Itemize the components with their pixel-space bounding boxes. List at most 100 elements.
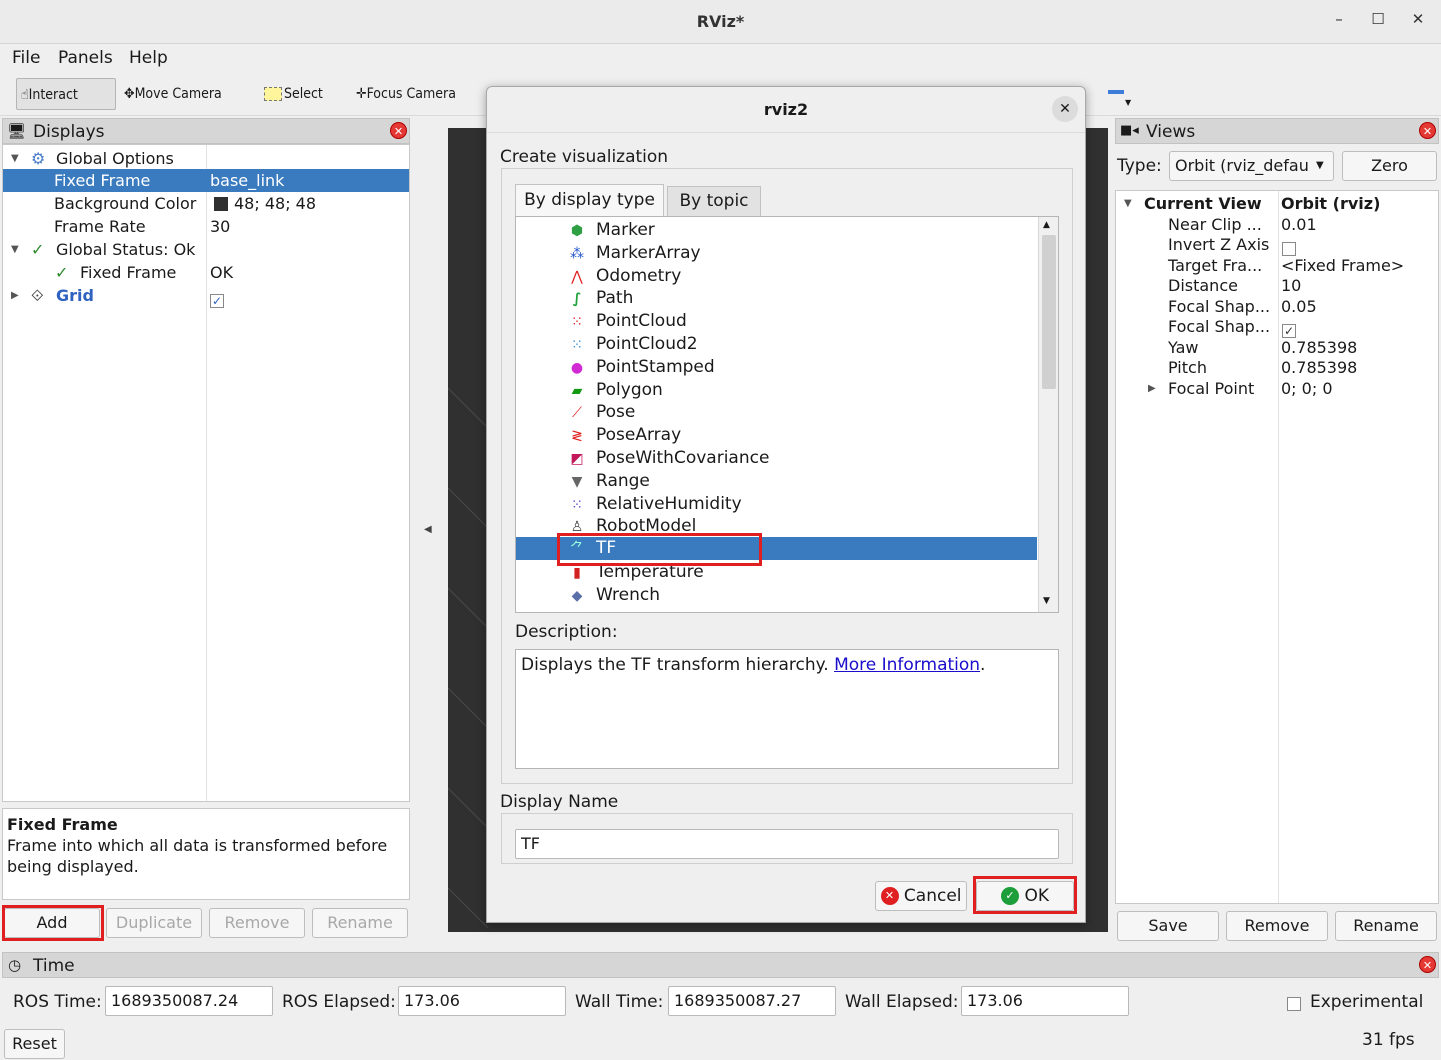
interact-button[interactable]: ☝Interact xyxy=(16,78,116,110)
humidity-icon: ⁙ xyxy=(571,497,583,513)
wall-time-field[interactable]: 1689350087.27 xyxy=(668,986,836,1016)
list-item[interactable]: ◆ Wrench xyxy=(516,584,1036,607)
zero-button[interactable]: Zero xyxy=(1342,151,1437,181)
collapse-left-icon[interactable]: ◀ xyxy=(424,524,432,535)
marker-array-icon: ⁂ xyxy=(570,246,584,262)
view-prop-distance[interactable]: Distance 10 xyxy=(1116,274,1438,297)
close-views-icon[interactable]: ✕ xyxy=(1419,122,1436,139)
menu-help[interactable]: Help xyxy=(129,48,168,68)
list-item[interactable]: ● PointStamped xyxy=(516,356,1036,379)
tree-row-background-color[interactable]: Background Color 48; 48; 48 xyxy=(3,192,409,215)
cancel-button[interactable]: ✕ Cancel xyxy=(875,881,967,911)
description-title: Fixed Frame xyxy=(7,815,118,834)
list-scrollbar[interactable]: ▲ ▼ xyxy=(1038,217,1058,612)
close-dialog-icon[interactable]: ✕ xyxy=(1052,96,1078,122)
tree-row-frame-rate[interactable]: Frame Rate 30 xyxy=(3,215,409,238)
list-item[interactable]: ⟋ Pose xyxy=(516,401,1036,424)
checkmark-icon: ✓ xyxy=(55,263,69,282)
color-swatch[interactable] xyxy=(214,197,228,211)
view-prop-invert-z[interactable]: Invert Z Axis xyxy=(1116,233,1438,256)
wall-elapsed-label: Wall Elapsed: xyxy=(845,992,959,1012)
list-item[interactable]: ⋀ Odometry xyxy=(516,265,1036,288)
displays-header: 🖥 Displays ✕ xyxy=(2,118,410,144)
tree-row-global-status[interactable]: ▼ ✓ Global Status: Ok xyxy=(3,238,409,261)
list-item[interactable]: ◩ PoseWithCovariance xyxy=(516,447,1036,470)
displays-title: Displays xyxy=(33,122,105,142)
tree-row-global-options[interactable]: ▼ ⚙ Global Options xyxy=(3,147,409,170)
gear-icon: ⚙ xyxy=(31,149,46,168)
reset-button[interactable]: Reset xyxy=(4,1029,65,1059)
menu-file[interactable]: File xyxy=(12,48,40,68)
move-camera-button[interactable]: ✥Move Camera xyxy=(120,78,240,110)
time-title: Time xyxy=(33,956,75,976)
close-time-icon[interactable]: ✕ xyxy=(1419,956,1436,973)
tab-by-display-type[interactable]: By display type xyxy=(515,184,664,217)
pose-icon: ⟋ xyxy=(572,405,582,421)
focus-camera-button[interactable]: ✛Focus Camera xyxy=(352,78,477,110)
point-cloud-icon: ⁙ xyxy=(571,314,583,330)
list-item[interactable]: ♙ RobotModel xyxy=(516,515,1036,534)
list-item[interactable]: ≷ PoseArray xyxy=(516,424,1036,447)
views-tree[interactable]: ▼ Current View Orbit (rviz) Near Clip ..… xyxy=(1115,190,1439,904)
minimize-icon[interactable]: – xyxy=(1328,10,1350,32)
list-item[interactable]: ∫ Path xyxy=(516,287,1036,310)
highlight-ok xyxy=(973,876,1077,914)
dialog-description: Displays the TF transform hierarchy. Mor… xyxy=(515,649,1059,769)
display-name-input[interactable]: TF xyxy=(515,829,1059,859)
toolbar-dropdown-icon[interactable]: ▼ xyxy=(1125,98,1131,107)
tree-row-current-view[interactable]: ▼ Current View Orbit (rviz) xyxy=(1116,192,1438,215)
maximize-icon[interactable]: ☐ xyxy=(1367,10,1389,32)
ros-time-label: ROS Time: xyxy=(13,992,102,1012)
list-item[interactable]: ▼ Range xyxy=(516,470,1036,493)
scroll-thumb[interactable] xyxy=(1042,235,1056,389)
wall-elapsed-field[interactable]: 173.06 xyxy=(961,986,1129,1016)
displays-tree[interactable]: ▼ ⚙ Global Options Fixed Frame base_link… xyxy=(2,144,410,802)
tree-row-grid[interactable]: ▶ ⟐ Grid ✓ xyxy=(3,284,409,308)
view-prop-pitch[interactable]: Pitch 0.785398 xyxy=(1116,356,1438,379)
highlight-tf xyxy=(557,533,762,566)
list-item[interactable]: ⁙ PointCloud xyxy=(516,310,1036,333)
remove-button[interactable]: Remove xyxy=(209,908,305,938)
wall-time-label: Wall Time: xyxy=(575,992,664,1012)
point-cloud2-icon: ⁙ xyxy=(571,337,583,353)
list-item[interactable]: ⬢ Marker xyxy=(516,219,1036,242)
save-view-button[interactable]: Save xyxy=(1117,911,1219,941)
select-button[interactable]: Select xyxy=(260,78,340,110)
range-icon: ▼ xyxy=(571,474,583,490)
view-type-select[interactable]: Orbit (rviz_defau ▼ xyxy=(1169,151,1334,181)
ros-time-field[interactable]: 1689350087.24 xyxy=(105,986,273,1016)
scroll-up-icon: ▲ xyxy=(1043,220,1050,230)
menu-panels[interactable]: Panels xyxy=(58,48,113,68)
view-prop-focal-shape-fixed[interactable]: Focal Shap... ✓ xyxy=(1116,315,1438,338)
view-prop-focal-point[interactable]: ▶ Focal Point 0; 0; 0 xyxy=(1116,377,1438,400)
ros-elapsed-label: ROS Elapsed: xyxy=(282,992,396,1012)
experimental-checkbox[interactable] xyxy=(1287,993,1301,1012)
odometry-icon: ⋀ xyxy=(571,269,583,285)
robot-model-icon: ♙ xyxy=(570,519,584,534)
dialog-titlebar: rviz2 ✕ xyxy=(487,87,1085,133)
close-displays-icon[interactable]: ✕ xyxy=(390,122,407,139)
grid-enabled-checkbox[interactable]: ✓ xyxy=(210,288,224,311)
rename-button[interactable]: Rename xyxy=(312,908,408,938)
description-text: Frame into which all data is transformed… xyxy=(7,836,388,876)
select-icon xyxy=(264,87,282,101)
list-item[interactable]: ⁂ MarkerArray xyxy=(516,242,1036,265)
tab-by-topic[interactable]: By topic xyxy=(667,186,761,217)
tree-row-status-fixed-frame[interactable]: ✓ Fixed Frame OK xyxy=(3,261,409,284)
tree-row-fixed-frame[interactable]: Fixed Frame base_link xyxy=(3,169,409,192)
toolbar-extra-icon[interactable] xyxy=(1108,90,1124,94)
rename-view-button[interactable]: Rename xyxy=(1335,911,1437,941)
more-information-link[interactable]: More Information xyxy=(834,655,980,675)
duplicate-button[interactable]: Duplicate xyxy=(106,908,202,938)
menu-bar: File Panels Help xyxy=(0,44,1441,72)
description-label: Description: xyxy=(515,622,618,642)
clock-icon: ◷ xyxy=(8,956,22,974)
remove-view-button[interactable]: Remove xyxy=(1226,911,1328,941)
hand-icon: ☝ xyxy=(21,87,29,103)
ros-elapsed-field[interactable]: 173.06 xyxy=(398,986,566,1016)
list-item[interactable]: ⁙ PointCloud2 xyxy=(516,333,1036,356)
list-item[interactable]: ▰ Polygon xyxy=(516,379,1036,402)
title-bar: RViz* – ☐ ✕ xyxy=(0,0,1441,44)
close-window-icon[interactable]: ✕ xyxy=(1407,10,1429,32)
list-item[interactable]: ⁙ RelativeHumidity xyxy=(516,493,1036,516)
